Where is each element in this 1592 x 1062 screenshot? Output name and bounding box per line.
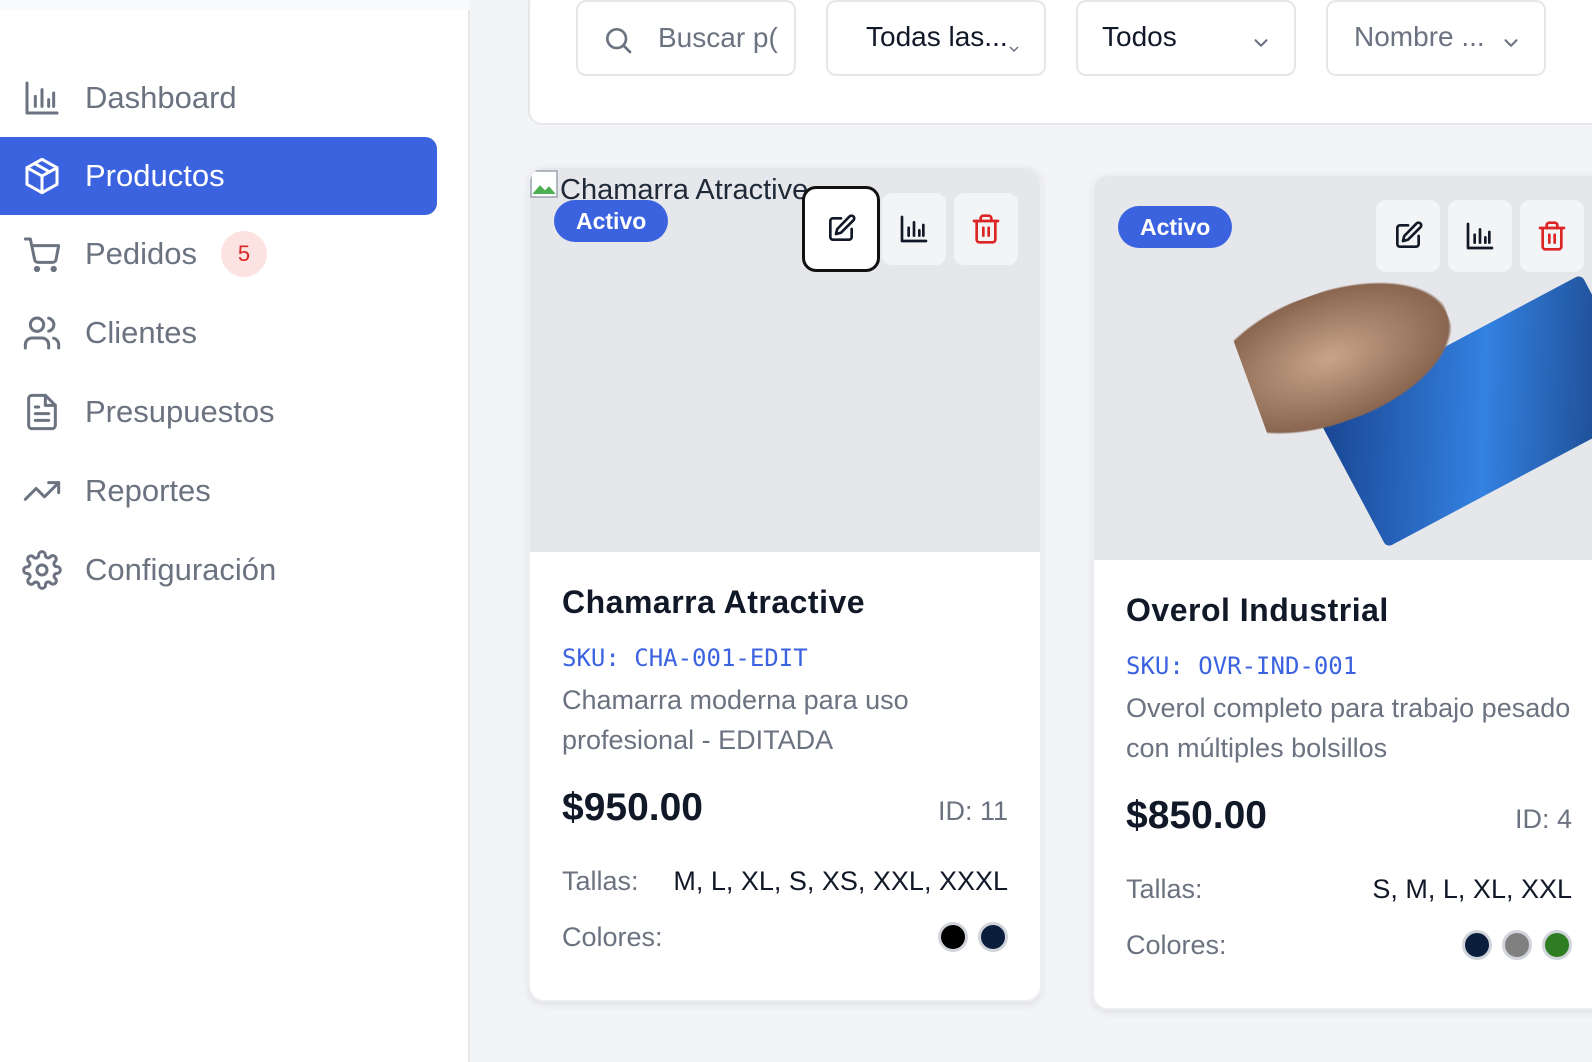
color-swatches [1462,930,1572,960]
trending-up-icon [22,471,62,511]
sidebar-item-label: Presupuestos [85,394,275,429]
status-select-value: Todos [1102,21,1177,52]
filters-panel: Buscar p( Todas las... Todos Nombre ... [528,0,1592,125]
search-icon [602,24,634,56]
product-sizes: M, L, XL, S, XS, XXL, XXXL [673,866,1008,896]
delete-button[interactable] [1520,200,1584,272]
product-sizes: S, M, L, XL, XXL [1372,874,1572,904]
top-strip [0,0,470,10]
product-price: $850.00 [1126,794,1267,837]
sidebar-item-label: Clientes [85,315,197,350]
product-id: ID: 4 [1514,804,1572,834]
sidebar-item-pedidos[interactable]: Pedidos 5 [0,215,437,293]
sidebar-item-dashboard[interactable]: Dashboard [0,59,437,137]
status-badge: Activo [554,200,669,242]
gear-icon [22,550,62,590]
sizes-label: Tallas: [562,866,639,896]
stats-button[interactable] [882,193,946,265]
product-sku: SKU: CHA-001-EDIT [562,644,808,672]
sort-select-value: Nombre ... [1354,21,1485,52]
chevron-down-icon [1250,29,1272,51]
chevron-down-icon [1006,32,1022,53]
edit-button[interactable] [802,186,880,272]
sidebar-item-presupuestos[interactable]: Presupuestos [0,373,437,451]
pedidos-count-badge: 5 [221,231,268,277]
bar-chart-icon [1466,222,1494,250]
color-swatch [1502,930,1532,960]
product-card: Activo Overol Industrial SKU: OVR-IND-00… [1092,174,1592,1010]
sidebar-item-label: Reportes [85,473,211,508]
product-sku: SKU: OVR-IND-001 [1126,652,1358,680]
product-name: Overol Industrial [1126,592,1389,628]
colors-label: Colores: [562,922,663,952]
bar-chart-icon [22,78,62,118]
product-description: Overol completo para trabajo pesado con … [1126,693,1571,763]
category-select[interactable]: Todas las... [826,0,1046,76]
sidebar-item-label: Configuración [85,552,277,587]
trash-icon [972,214,1000,244]
sidebar-item-label: Productos [85,158,225,193]
color-swatch [938,922,968,952]
product-id: ID: 11 [937,796,1008,826]
cart-icon [22,234,62,274]
broken-image-icon [530,170,560,200]
edit-icon [829,214,856,241]
sidebar-item-reportes[interactable]: Reportes [0,452,437,530]
users-icon [22,313,62,353]
color-swatches [938,922,1008,952]
color-swatch [1462,930,1492,960]
chevron-down-icon [1500,29,1522,51]
status-badge: Activo [1118,206,1233,248]
sizes-label: Tallas: [1126,874,1203,904]
category-select-value: Todas las... [866,21,1008,52]
bar-chart-icon [900,215,928,243]
sidebar-item-configuracion[interactable]: Configuración [0,531,437,609]
product-description: Chamarra moderna para uso profesional - … [562,685,909,755]
colors-label: Colores: [1126,930,1227,960]
edit-icon [1396,221,1423,248]
trash-icon [1538,221,1566,251]
status-select[interactable]: Todos [1076,0,1296,76]
sidebar-item-clientes[interactable]: Clientes [0,294,437,372]
box-icon [22,156,62,196]
product-price: $950.00 [562,786,703,829]
document-icon [22,392,62,432]
search-field[interactable]: Buscar p( [576,0,796,76]
sidebar-item-label: Dashboard [85,80,237,115]
product-card: Chamarra Atractive Activo Chamarra Atrac… [528,166,1042,1002]
search-input[interactable]: Buscar p( [658,22,778,54]
edit-button[interactable] [1376,200,1440,272]
sidebar: Dashboard Productos Pedidos 5 Clientes P… [0,10,470,1062]
sort-select[interactable]: Nombre ... [1326,0,1546,76]
sidebar-item-label: Pedidos [85,236,198,271]
delete-button[interactable] [954,193,1018,265]
color-swatch [978,922,1008,952]
color-swatch [1542,930,1572,960]
sidebar-item-productos[interactable]: Productos [0,137,437,215]
stats-button[interactable] [1448,200,1512,272]
product-name: Chamarra Atractive [562,584,866,620]
